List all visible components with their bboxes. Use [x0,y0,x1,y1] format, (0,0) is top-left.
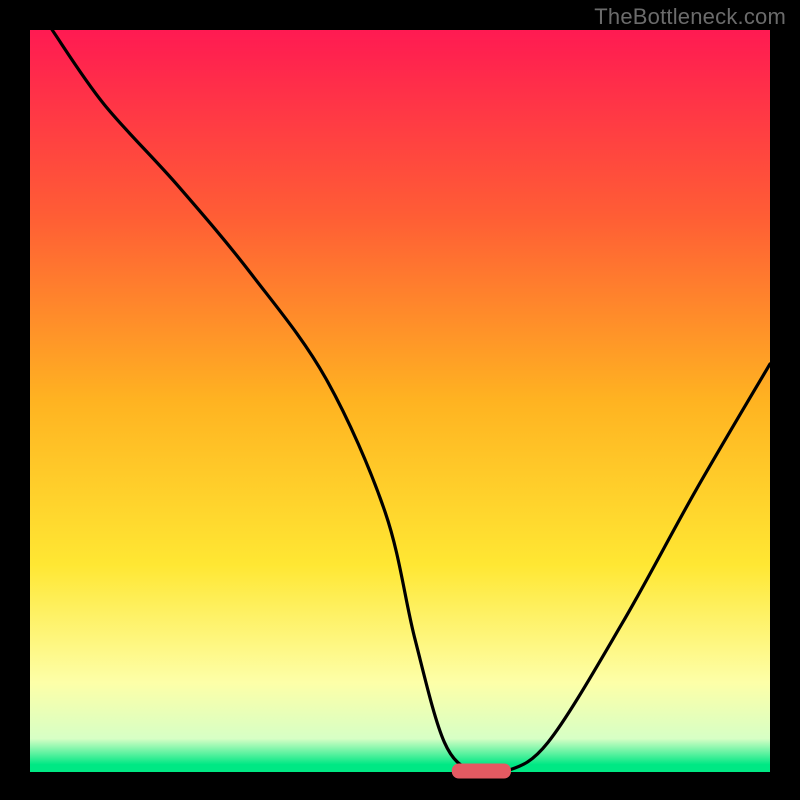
chart-frame: TheBottleneck.com [0,0,800,800]
optimum-marker [452,764,511,779]
attribution-text: TheBottleneck.com [594,4,786,30]
plot-background [30,30,770,772]
chart-svg [0,0,800,800]
